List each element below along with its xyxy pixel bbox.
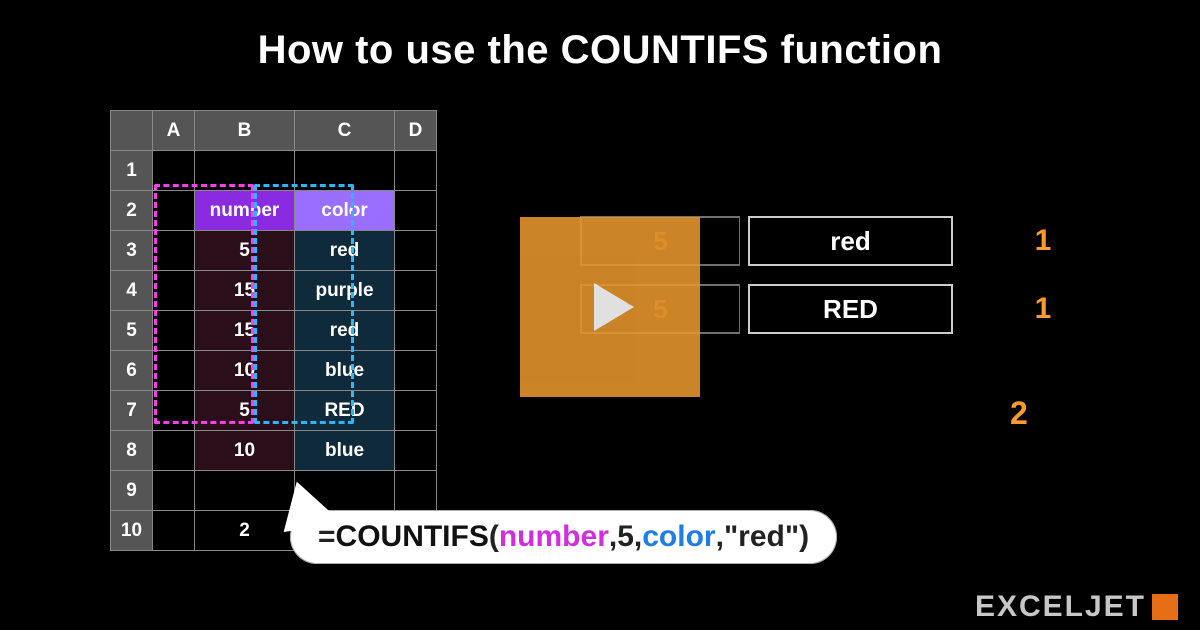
play-button[interactable] bbox=[520, 217, 700, 397]
play-icon bbox=[570, 267, 650, 347]
criteria-result: 1 bbox=[1013, 224, 1073, 258]
cell-color: purple bbox=[295, 271, 395, 311]
cell-number: 15 bbox=[195, 311, 295, 351]
formula-arg-literal: 5 bbox=[617, 520, 634, 553]
formula-paren: ) bbox=[799, 520, 809, 553]
formula-arg-literal: "red" bbox=[724, 520, 799, 553]
cell-color: red bbox=[295, 311, 395, 351]
col-header-b: B bbox=[195, 111, 295, 151]
cell-color: blue bbox=[295, 431, 395, 471]
formula-paren: ( bbox=[489, 520, 499, 553]
criteria-text: red bbox=[748, 216, 953, 266]
row-header: 10 bbox=[111, 511, 153, 551]
row-header: 9 bbox=[111, 471, 153, 511]
formula-function: COUNTIFS bbox=[336, 520, 489, 553]
formula-arg-color: color bbox=[642, 520, 715, 553]
criteria-total: 2 bbox=[1010, 395, 1028, 432]
cell-color: RED bbox=[295, 391, 395, 431]
row-header: 2 bbox=[111, 191, 153, 231]
row-header: 6 bbox=[111, 351, 153, 391]
formula-arg-number: number bbox=[499, 520, 609, 553]
cell-number: 15 bbox=[195, 271, 295, 311]
grid-corner bbox=[111, 111, 153, 151]
cell-color: red bbox=[295, 231, 395, 271]
row-header: 4 bbox=[111, 271, 153, 311]
col-header-a: A bbox=[153, 111, 195, 151]
formula-callout: =COUNTIFS(number,5,color,"red") bbox=[290, 510, 837, 564]
row-header: 1 bbox=[111, 151, 153, 191]
page-title: How to use the COUNTIFS function bbox=[0, 0, 1200, 73]
cell-number: 10 bbox=[195, 431, 295, 471]
row-header: 5 bbox=[111, 311, 153, 351]
brand-square-icon bbox=[1152, 594, 1178, 620]
header-number: number bbox=[195, 191, 295, 231]
col-header-c: C bbox=[295, 111, 395, 151]
result-cell: 2 bbox=[195, 511, 295, 551]
criteria-result: 1 bbox=[1013, 292, 1073, 326]
cell-number: 10 bbox=[195, 351, 295, 391]
row-header: 3 bbox=[111, 231, 153, 271]
brand-logo: EXCELJET bbox=[975, 590, 1178, 624]
cell-color: blue bbox=[295, 351, 395, 391]
col-header-d: D bbox=[395, 111, 437, 151]
row-header: 7 bbox=[111, 391, 153, 431]
criteria-text: RED bbox=[748, 284, 953, 334]
header-color: color bbox=[295, 191, 395, 231]
brand-text: EXCELJET bbox=[975, 590, 1146, 624]
spreadsheet-grid: A B C D 1 2numbercolor 35red 415purple 5… bbox=[110, 110, 437, 551]
cell-number: 5 bbox=[195, 391, 295, 431]
cell-number: 5 bbox=[195, 231, 295, 271]
row-header: 8 bbox=[111, 431, 153, 471]
